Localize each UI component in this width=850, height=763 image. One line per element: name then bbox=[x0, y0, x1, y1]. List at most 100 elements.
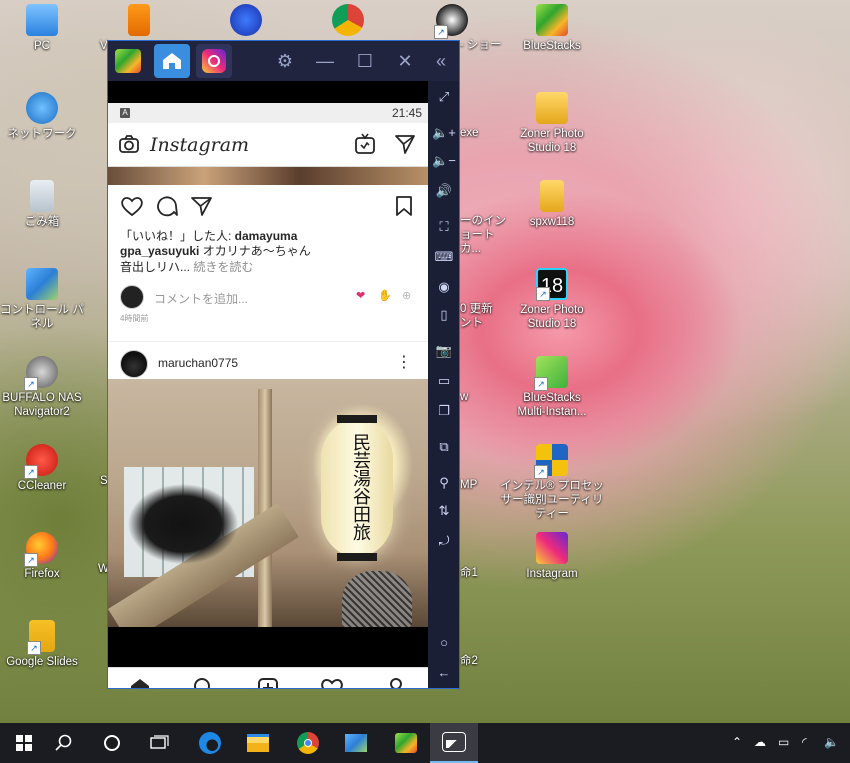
desktop-icon-network[interactable]: ネットワーク bbox=[0, 92, 84, 141]
comment-icon[interactable] bbox=[155, 195, 179, 217]
desktop-icon-chrome[interactable] bbox=[306, 4, 390, 39]
desktop-icon-youtube[interactable] bbox=[204, 4, 288, 39]
keyboard-icon[interactable]: ⌨ bbox=[432, 245, 456, 269]
taskbar-control-panel[interactable] bbox=[332, 723, 380, 763]
desktop-icon-firefox[interactable]: Firefox bbox=[0, 532, 84, 581]
desktop-icon-partial-2[interactable]: 命2 bbox=[460, 654, 490, 668]
task-view-button[interactable] bbox=[136, 723, 184, 763]
video-record-icon[interactable]: ▭ bbox=[432, 369, 456, 393]
desktop-icon-partial-exe[interactable]: exe bbox=[460, 126, 500, 140]
taskbar-bluestacks-player[interactable] bbox=[430, 723, 478, 763]
heart-emoji-icon[interactable]: ❤ bbox=[356, 289, 365, 302]
add-emoji-icon[interactable]: ⊕ bbox=[402, 289, 411, 302]
camera-icon[interactable] bbox=[118, 134, 140, 154]
desktop-icon-google-slides[interactable]: Google Slides bbox=[0, 620, 84, 669]
battery-icon[interactable]: ▭ bbox=[778, 735, 789, 749]
minimize-button[interactable]: — bbox=[315, 51, 335, 71]
maximize-button[interactable]: ☐ bbox=[355, 51, 375, 71]
liked-by[interactable]: 「いいね！」した人: damayuma bbox=[120, 227, 297, 244]
desktop-icon-buffalo-nas[interactable]: BUFFALO NAS Navigator2 bbox=[0, 356, 84, 419]
like-heart-icon[interactable] bbox=[120, 195, 144, 217]
more-options-icon[interactable]: ⋮ bbox=[396, 352, 412, 372]
desktop-icon-intel[interactable]: インテル® プロセッサー識別ユーティリティー bbox=[500, 444, 604, 521]
android-home-icon[interactable]: ○ bbox=[432, 631, 456, 655]
cortana-button[interactable] bbox=[88, 723, 136, 763]
speaker-icon[interactable]: 🔈 bbox=[824, 735, 839, 749]
multi-instance-icon[interactable]: ⧉ bbox=[432, 435, 456, 459]
desktop-icon-bluestacks[interactable]: BlueStacks bbox=[510, 4, 594, 53]
previous-post-photo[interactable] bbox=[108, 167, 428, 185]
desktop-icon-inkscape[interactable] bbox=[410, 4, 494, 39]
desktop-icon-pc[interactable]: PC bbox=[0, 4, 84, 53]
home-icon[interactable] bbox=[128, 676, 152, 688]
bookmark-icon[interactable] bbox=[394, 195, 414, 217]
screen-expand-icon[interactable]: ⛶ bbox=[432, 215, 456, 239]
instagram-feed[interactable]: 「いいね！」した人: damayuma gpa_yasuyuki オカリナあ〜ち… bbox=[108, 167, 428, 627]
fullscreen-icon[interactable]: ⤢ bbox=[432, 85, 456, 109]
show-hidden-icons[interactable]: ⌃ bbox=[732, 735, 742, 749]
bluestacks-icon bbox=[536, 4, 568, 36]
desktop-icon-spxw118[interactable]: spxw118 bbox=[510, 180, 594, 229]
comment-input[interactable]: コメントを追加... bbox=[154, 290, 248, 307]
search-icon[interactable] bbox=[192, 676, 216, 688]
desktop-icon-zoner-1[interactable]: Zoner Photo Studio 18 bbox=[510, 92, 594, 155]
media-folder-icon[interactable]: ❐ bbox=[432, 399, 456, 423]
desktop-icon-partial-intel[interactable]: ーのイン ョートカ... bbox=[460, 214, 510, 256]
profile-icon[interactable] bbox=[384, 676, 408, 688]
read-more-link[interactable]: 続きを読む bbox=[193, 260, 253, 274]
raised-hands-emoji-icon[interactable]: ✋ bbox=[378, 289, 392, 302]
direct-message-icon[interactable] bbox=[394, 133, 416, 155]
volume-up-icon[interactable]: 🔈+ bbox=[432, 121, 456, 145]
screenshot-icon[interactable]: 📷 bbox=[432, 339, 456, 363]
bluestacks-window[interactable]: ⚙ — ☐ ✕ « A 21:45 Instagram 「いいね！」した人: d… bbox=[107, 40, 460, 689]
eye-icon[interactable]: ◉ bbox=[432, 275, 456, 299]
desktop-icon-bluestacks-multi[interactable]: BlueStacks Multi-Instan... bbox=[510, 356, 594, 419]
phone-rotate-icon[interactable]: ▯ bbox=[432, 303, 456, 327]
taskbar-bluestacks[interactable] bbox=[382, 723, 430, 763]
desktop-icon-partial-update[interactable]: 0 更新 ント bbox=[460, 302, 510, 330]
liked-by-user[interactable]: damayuma bbox=[235, 229, 298, 243]
status-time: 21:45 bbox=[391, 106, 422, 120]
post-timestamp: 4時間前 bbox=[120, 314, 149, 323]
add-comment-row[interactable]: コメントを追加... ❤ ✋ ⊕ bbox=[120, 285, 420, 309]
desktop-icon-partial-1[interactable]: 命1 bbox=[460, 566, 490, 580]
collapse-sidebar-icon[interactable]: « bbox=[431, 51, 451, 71]
close-button[interactable]: ✕ bbox=[395, 51, 415, 71]
shake-icon[interactable]: ⇅ bbox=[432, 499, 456, 523]
android-back-icon[interactable]: ← bbox=[432, 661, 456, 685]
desktop-icon-partial-mp[interactable]: MP bbox=[460, 478, 490, 492]
desktop-icon-control-panel[interactable]: コントロール パネル bbox=[0, 268, 84, 331]
igtv-icon[interactable] bbox=[354, 133, 376, 155]
taskbar-edge[interactable] bbox=[186, 723, 234, 763]
edge-icon bbox=[199, 732, 221, 754]
desktop-icon-recycle-bin[interactable]: ごみ箱 bbox=[0, 180, 84, 229]
volume-icon[interactable]: 🔊 bbox=[432, 179, 456, 203]
post-photo[interactable]: 民芸湯谷田旅 bbox=[108, 379, 428, 627]
ccleaner-icon bbox=[24, 444, 58, 479]
desktop-icon-partial-shortcut[interactable]: - ショー bbox=[460, 38, 510, 52]
new-post-icon[interactable] bbox=[256, 676, 280, 688]
wifi-icon[interactable]: ◜ bbox=[802, 735, 807, 749]
activity-heart-icon[interactable] bbox=[320, 676, 344, 688]
caption-user[interactable]: gpa_yasuyuki bbox=[120, 244, 199, 258]
post-username[interactable]: maruchan0775 bbox=[158, 356, 238, 370]
desktop-icon-partial-w2[interactable]: w bbox=[460, 390, 490, 404]
taskbar-chrome[interactable] bbox=[284, 723, 332, 763]
share-icon[interactable] bbox=[190, 195, 214, 217]
rotate-icon[interactable]: ⤾ bbox=[432, 529, 456, 553]
desktop-icon-ccleaner[interactable]: CCleaner bbox=[0, 444, 84, 493]
android-screen[interactable]: A 21:45 Instagram 「いいね！」した人: damayuma gp… bbox=[108, 81, 428, 688]
emulator-titlebar[interactable]: ⚙ — ☐ ✕ « bbox=[108, 41, 459, 81]
settings-gear-icon[interactable]: ⚙ bbox=[275, 51, 295, 71]
volume-down-icon[interactable]: 🔈− bbox=[432, 149, 456, 173]
instagram-tab[interactable] bbox=[196, 44, 232, 78]
desktop-icon-zoner-2[interactable]: 18 Zoner Photo Studio 18 bbox=[510, 268, 594, 331]
taskbar-explorer[interactable] bbox=[234, 723, 282, 763]
bluestacks-logo-tab[interactable] bbox=[110, 44, 146, 78]
desktop-icon-instagram[interactable]: Instagram bbox=[510, 532, 594, 581]
search-button[interactable] bbox=[40, 723, 88, 763]
avatar[interactable] bbox=[120, 350, 148, 378]
home-tab[interactable] bbox=[154, 44, 190, 78]
location-icon[interactable]: ⚲ bbox=[432, 471, 456, 495]
onedrive-icon[interactable]: ☁ bbox=[754, 735, 766, 749]
